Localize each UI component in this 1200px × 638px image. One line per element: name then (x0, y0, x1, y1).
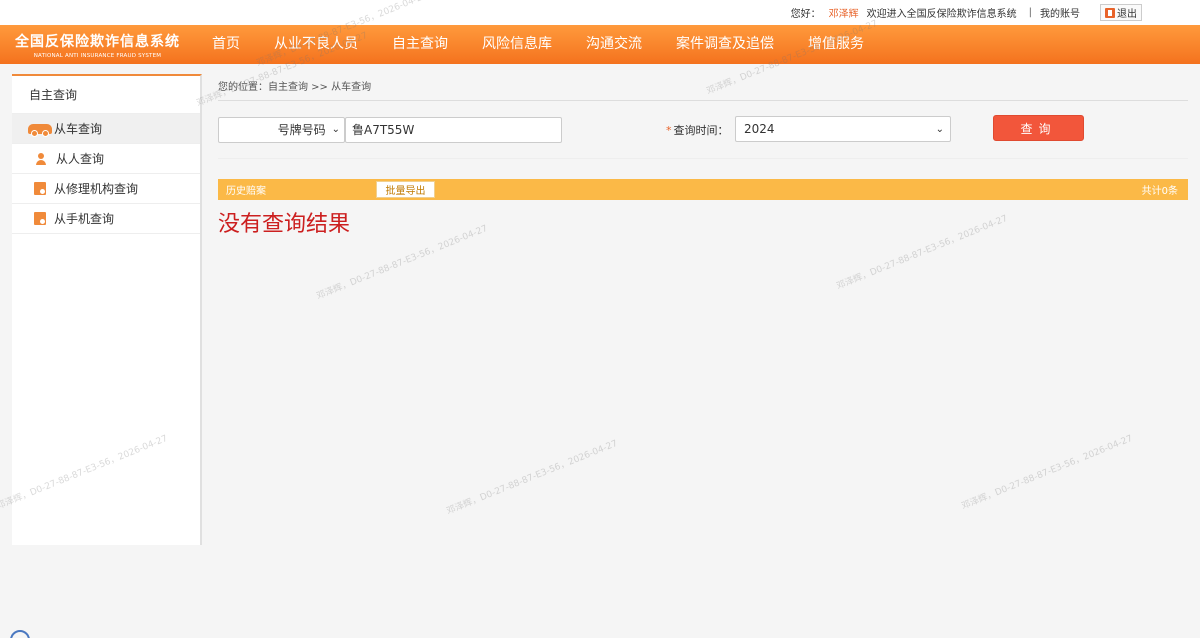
sidebar-item-label: 从人查询 (56, 152, 105, 166)
sidebar-item-person-query[interactable]: 从人查询 (12, 144, 200, 174)
nav-case-investigation[interactable]: 案件调查及追偿 (659, 25, 791, 64)
sidebar-title: 自主查询 (12, 76, 200, 114)
query-button[interactable]: 查询 (993, 115, 1084, 141)
results-header: 历史赔案 批量导出 共计0条 (218, 179, 1188, 200)
query-year-select[interactable]: 2024 ⌄ (735, 116, 951, 142)
main-content: 您的位置：自主查询 >> 从车查询 号牌号码 ⌄ 鲁A7T55W * 查询时间： … (218, 74, 1188, 238)
query-year-value: 2024 (744, 122, 775, 136)
sidebar-item-repair-query[interactable]: 从修理机构查询 (12, 174, 200, 204)
separator: | (1028, 7, 1032, 18)
nav-self-query[interactable]: 自主查询 (375, 25, 465, 64)
site-logo[interactable]: 全国反保险欺诈信息系统 NATIONAL ANTI INSURANCE FRAU… (0, 25, 195, 64)
query-time-text: 查询时间： (673, 124, 729, 137)
search-form: 号牌号码 ⌄ 鲁A7T55W * 查询时间： 2024 ⌄ 查询 (218, 101, 1188, 159)
watermark: 邓泽辉，D0-27-88-87-E3-56，2026-04-27 (960, 433, 1135, 512)
sidebar-item-vehicle-query[interactable]: 从车查询 (12, 114, 200, 144)
my-account-link[interactable]: 我的账号 (1040, 5, 1080, 20)
greeting-text: 您好： (790, 9, 821, 20)
welcome-text: 欢迎进入全国反保险欺诈信息系统 (866, 9, 1017, 20)
empty-result-message: 没有查询结果 (218, 212, 351, 237)
top-bar: 您好： 邓泽辉 欢迎进入全国反保险欺诈信息系统 | 我的账号 退出 (0, 0, 1200, 25)
batch-export-button[interactable]: 批量导出 (376, 181, 435, 198)
nav-communication[interactable]: 沟通交流 (569, 25, 659, 64)
watermark: 邓泽辉，D0-27-88-87-E3-56，2026-04-27 (445, 438, 620, 517)
car-icon (28, 123, 52, 137)
breadcrumb: 您的位置：自主查询 >> 从车查询 (218, 74, 1188, 101)
sidebar-item-label: 从车查询 (54, 122, 103, 136)
plate-type-select[interactable]: 号牌号码 ⌄ (218, 116, 345, 143)
logout-button[interactable]: 退出 (1100, 4, 1142, 21)
required-mark: * (666, 124, 672, 137)
logo-subtitle: NATIONAL ANTI INSURANCE FRAUD SYSTEM (33, 52, 162, 59)
phone-doc-icon (34, 212, 46, 225)
person-icon (34, 152, 48, 165)
nav-value-added[interactable]: 增值服务 (791, 25, 881, 64)
help-circle-icon[interactable] (10, 630, 30, 638)
logout-icon (1105, 7, 1115, 18)
chevron-down-icon: ⌄ (331, 124, 340, 135)
query-time-label: * 查询时间： (666, 122, 729, 138)
main-header: 全国反保险欺诈信息系统 NATIONAL ANTI INSURANCE FRAU… (0, 25, 1200, 64)
total-count: 共计0条 (1141, 186, 1178, 197)
history-claims-tab[interactable]: 历史赔案 (218, 182, 376, 197)
nav-risk-database[interactable]: 风险信息库 (465, 25, 569, 64)
logo-title: 全国反保险欺诈信息系统 (15, 33, 180, 50)
main-nav: 首页 从业不良人员 自主查询 风险信息库 沟通交流 案件调查及追偿 增值服务 (195, 25, 881, 64)
sidebar-item-phone-query[interactable]: 从手机查询 (12, 204, 200, 234)
sidebar-item-label: 从手机查询 (54, 212, 115, 226)
nav-home[interactable]: 首页 (195, 25, 257, 64)
username-link[interactable]: 邓泽辉 (829, 5, 859, 20)
logout-label: 退出 (1117, 9, 1137, 20)
plate-type-value: 号牌号码 (277, 123, 326, 137)
nav-bad-practitioners[interactable]: 从业不良人员 (257, 25, 375, 64)
user-info: 您好： 邓泽辉 欢迎进入全国反保险欺诈信息系统 | 我的账号 (791, 5, 1080, 20)
sidebar: 自主查询 从车查询 从人查询 从修理机构查询 从手机查询 (12, 74, 202, 545)
plate-number-input[interactable]: 鲁A7T55W (345, 116, 562, 143)
chevron-down-icon: ⌄ (935, 123, 944, 135)
repair-doc-icon (34, 182, 46, 195)
sidebar-item-label: 从修理机构查询 (54, 182, 139, 196)
